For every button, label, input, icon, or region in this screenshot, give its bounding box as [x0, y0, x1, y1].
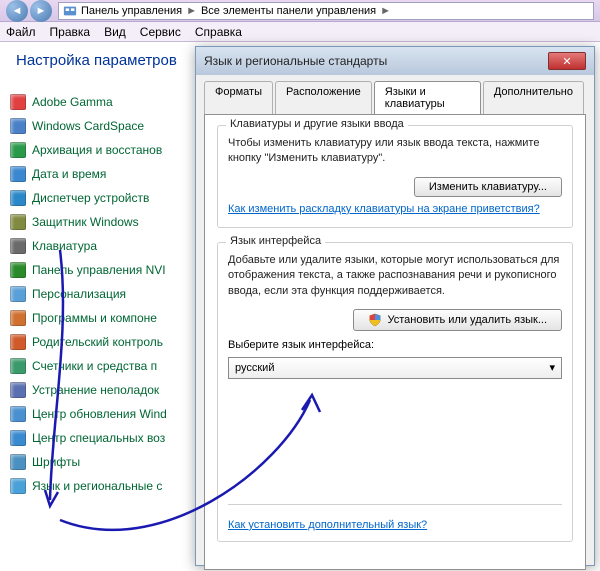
- close-button[interactable]: ✕: [548, 52, 586, 70]
- menu-file[interactable]: Файл: [6, 25, 36, 39]
- item-icon: [10, 358, 26, 374]
- sidebar-item[interactable]: Центр обновления Wind: [10, 402, 198, 426]
- tab-strip: Форматы Расположение Языки и клавиатуры …: [196, 75, 594, 114]
- region-language-dialog: Язык и региональные стандарты ✕ Форматы …: [195, 46, 595, 566]
- sidebar-item-label: Шрифты: [32, 455, 80, 469]
- sidebar-item-label: Архивация и восстанов: [32, 143, 162, 157]
- shield-icon: [368, 313, 382, 327]
- sidebar-item[interactable]: Шрифты: [10, 450, 198, 474]
- install-additional-link[interactable]: Как установить дополнительный язык?: [228, 519, 427, 531]
- sidebar-item-label: Устранение неполадок: [32, 383, 159, 397]
- sidebar-item[interactable]: Панель управления NVI: [10, 258, 198, 282]
- close-icon: ✕: [562, 55, 571, 68]
- item-icon: [10, 214, 26, 230]
- tab-formats[interactable]: Форматы: [204, 81, 273, 114]
- sidebar-item-label: Центр обновления Wind: [32, 407, 167, 421]
- item-icon: [10, 142, 26, 158]
- arrow-right-icon: ►: [36, 5, 47, 17]
- item-icon: [10, 94, 26, 110]
- breadcrumb-seg[interactable]: Панель управления: [81, 5, 182, 17]
- item-icon: [10, 430, 26, 446]
- menu-view[interactable]: Вид: [104, 25, 126, 39]
- sidebar-item-label: Персонализация: [32, 287, 126, 301]
- control-panel-icon: [63, 4, 77, 18]
- breadcrumb-sep-icon: ►: [186, 5, 197, 17]
- arrow-left-icon: ◄: [12, 5, 23, 17]
- breadcrumb-seg[interactable]: Все элементы панели управления: [201, 5, 376, 17]
- group-title: Клавиатуры и другие языки ввода: [226, 118, 408, 130]
- sidebar-item-label: Программы и компоне: [32, 311, 157, 325]
- sidebar-item[interactable]: Программы и компоне: [10, 306, 198, 330]
- sidebar-item-label: Защитник Windows: [32, 215, 139, 229]
- sidebar-item[interactable]: Устранение неполадок: [10, 378, 198, 402]
- welcome-screen-layout-link[interactable]: Как изменить раскладку клавиатуры на экр…: [228, 203, 540, 215]
- sidebar-item-label: Дата и время: [32, 167, 106, 181]
- group-desc: Добавьте или удалите языки, которые могу…: [228, 253, 562, 299]
- sidebar-item[interactable]: Диспетчер устройств: [10, 186, 198, 210]
- item-icon: [10, 238, 26, 254]
- item-icon: [10, 286, 26, 302]
- item-icon: [10, 118, 26, 134]
- select-language-label: Выберите язык интерфейса:: [228, 339, 562, 351]
- sidebar-item-label: Счетчики и средства п: [32, 359, 157, 373]
- item-icon: [10, 478, 26, 494]
- group-title: Язык интерфейса: [226, 235, 325, 247]
- sidebar-item[interactable]: Центр специальных воз: [10, 426, 198, 450]
- interface-language-group: Язык интерфейса Добавьте или удалите язы…: [217, 242, 573, 542]
- breadcrumb[interactable]: Панель управления ► Все элементы панели …: [58, 2, 594, 20]
- change-keyboard-button[interactable]: Изменить клавиатуру...: [414, 177, 562, 197]
- dialog-titlebar[interactable]: Язык и региональные стандарты ✕: [196, 47, 594, 75]
- keyboards-group: Клавиатуры и другие языки ввода Чтобы из…: [217, 125, 573, 228]
- dialog-title: Язык и региональные стандарты: [204, 54, 387, 68]
- item-icon: [10, 454, 26, 470]
- sidebar-item[interactable]: Язык и региональные с: [10, 474, 198, 498]
- menu-help[interactable]: Справка: [195, 25, 242, 39]
- sidebar-item-label: Родительский контроль: [32, 335, 163, 349]
- nav-buttons: ◄ ►: [6, 0, 52, 22]
- sidebar-item-label: Клавиатура: [32, 239, 97, 253]
- sidebar-item[interactable]: Windows CardSpace: [10, 114, 198, 138]
- sidebar-item-label: Windows CardSpace: [32, 119, 144, 133]
- sidebar-item[interactable]: Adobe Gamma: [10, 90, 198, 114]
- sidebar-item[interactable]: Архивация и восстанов: [10, 138, 198, 162]
- sidebar-item[interactable]: Дата и время: [10, 162, 198, 186]
- tab-panel: Клавиатуры и другие языки ввода Чтобы из…: [204, 114, 586, 570]
- back-button[interactable]: ◄: [6, 0, 28, 22]
- item-icon: [10, 406, 26, 422]
- item-icon: [10, 166, 26, 182]
- item-icon: [10, 190, 26, 206]
- tab-keyboards[interactable]: Языки и клавиатуры: [374, 81, 481, 114]
- sidebar-item-label: Adobe Gamma: [32, 95, 113, 109]
- tab-advanced[interactable]: Дополнительно: [483, 81, 584, 114]
- item-icon: [10, 310, 26, 326]
- install-language-button[interactable]: Установить или удалить язык...: [353, 309, 563, 331]
- breadcrumb-sep-icon: ►: [380, 5, 391, 17]
- sidebar-item-label: Диспетчер устройств: [32, 191, 149, 205]
- item-icon: [10, 262, 26, 278]
- selected-value: русский: [235, 362, 274, 374]
- item-icon: [10, 382, 26, 398]
- language-select[interactable]: русский ▾: [228, 357, 562, 379]
- sidebar-item[interactable]: Счетчики и средства п: [10, 354, 198, 378]
- menu-services[interactable]: Сервис: [140, 25, 181, 39]
- sidebar-item-label: Центр специальных воз: [32, 431, 165, 445]
- sidebar-item[interactable]: Клавиатура: [10, 234, 198, 258]
- menu-bar: Файл Правка Вид Сервис Справка: [0, 22, 600, 42]
- forward-button[interactable]: ►: [30, 0, 52, 22]
- sidebar-item-label: Язык и региональные с: [32, 479, 162, 493]
- control-panel-items: Adobe Gamma Windows CardSpace Архивация и …: [0, 90, 198, 498]
- sidebar-item[interactable]: Защитник Windows: [10, 210, 198, 234]
- sidebar-item[interactable]: Родительский контроль: [10, 330, 198, 354]
- chevron-down-icon: ▾: [549, 361, 555, 374]
- menu-edit[interactable]: Правка: [50, 25, 91, 39]
- sidebar-item-label: Панель управления NVI: [32, 263, 166, 277]
- sidebar-item[interactable]: Персонализация: [10, 282, 198, 306]
- item-icon: [10, 334, 26, 350]
- tab-location[interactable]: Расположение: [275, 81, 372, 114]
- explorer-address-bar: ◄ ► Панель управления ► Все элементы пан…: [0, 0, 600, 22]
- group-desc: Чтобы изменить клавиатуру или язык ввода…: [228, 136, 562, 167]
